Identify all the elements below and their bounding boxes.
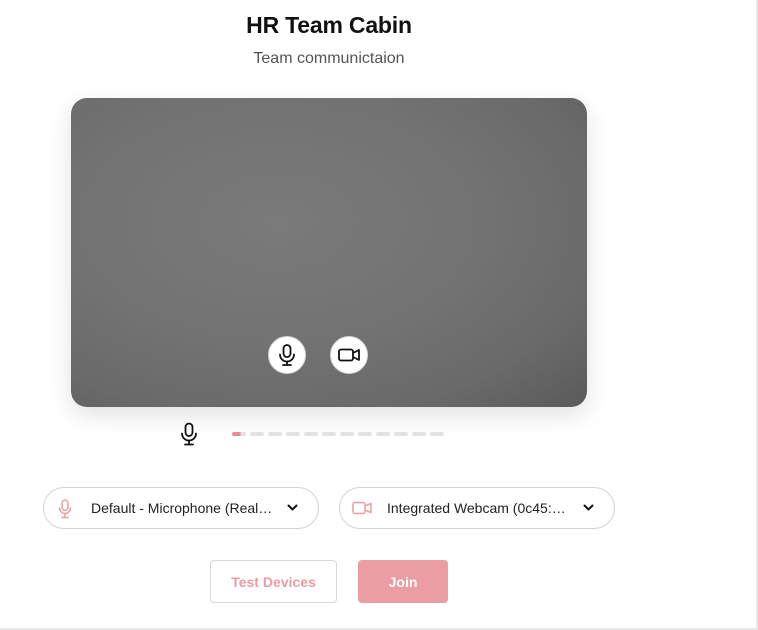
microphone-select-value: Default - Microphone (Realtek(R) Audio): [91, 500, 274, 516]
audio-level-segment: [376, 432, 390, 436]
video-camera-icon: [338, 348, 360, 362]
video-camera-icon: [352, 501, 372, 515]
chevron-down-icon: [287, 504, 298, 511]
audio-level-meter: [232, 432, 444, 436]
microphone-icon: [58, 499, 72, 519]
microphone-icon: [279, 344, 295, 366]
audio-level-segment: [412, 432, 426, 436]
toggle-microphone-button[interactable]: [268, 336, 306, 374]
room-subtitle: Team communictaion: [253, 50, 405, 67]
prejoin-page: HR Team Cabin Team communictaion Default…: [0, 0, 758, 630]
toggle-camera-button[interactable]: [330, 336, 368, 374]
join-button[interactable]: Join: [358, 560, 448, 603]
microphone-icon: [181, 422, 197, 446]
microphone-select[interactable]: Default - Microphone (Realtek(R) Audio): [43, 487, 319, 529]
audio-level-segment: [250, 432, 264, 436]
audio-level-segment: [286, 432, 300, 436]
chevron-down-icon: [583, 504, 594, 511]
audio-level-segment: [340, 432, 354, 436]
camera-select[interactable]: Integrated Webcam (0c45:6a10): [339, 487, 615, 529]
camera-select-value: Integrated Webcam (0c45:6a10): [387, 500, 573, 516]
audio-level-segment: [394, 432, 408, 436]
audio-level-segment: [358, 432, 372, 436]
test-devices-button[interactable]: Test Devices: [210, 560, 337, 603]
audio-level-segment: [304, 432, 318, 436]
camera-preview: [71, 98, 587, 407]
audio-level-segment: [322, 432, 336, 436]
audio-level-segment: [430, 432, 444, 436]
audio-level-segment: [268, 432, 282, 436]
audio-level-segment: [232, 432, 246, 436]
room-title: HR Team Cabin: [246, 12, 412, 38]
